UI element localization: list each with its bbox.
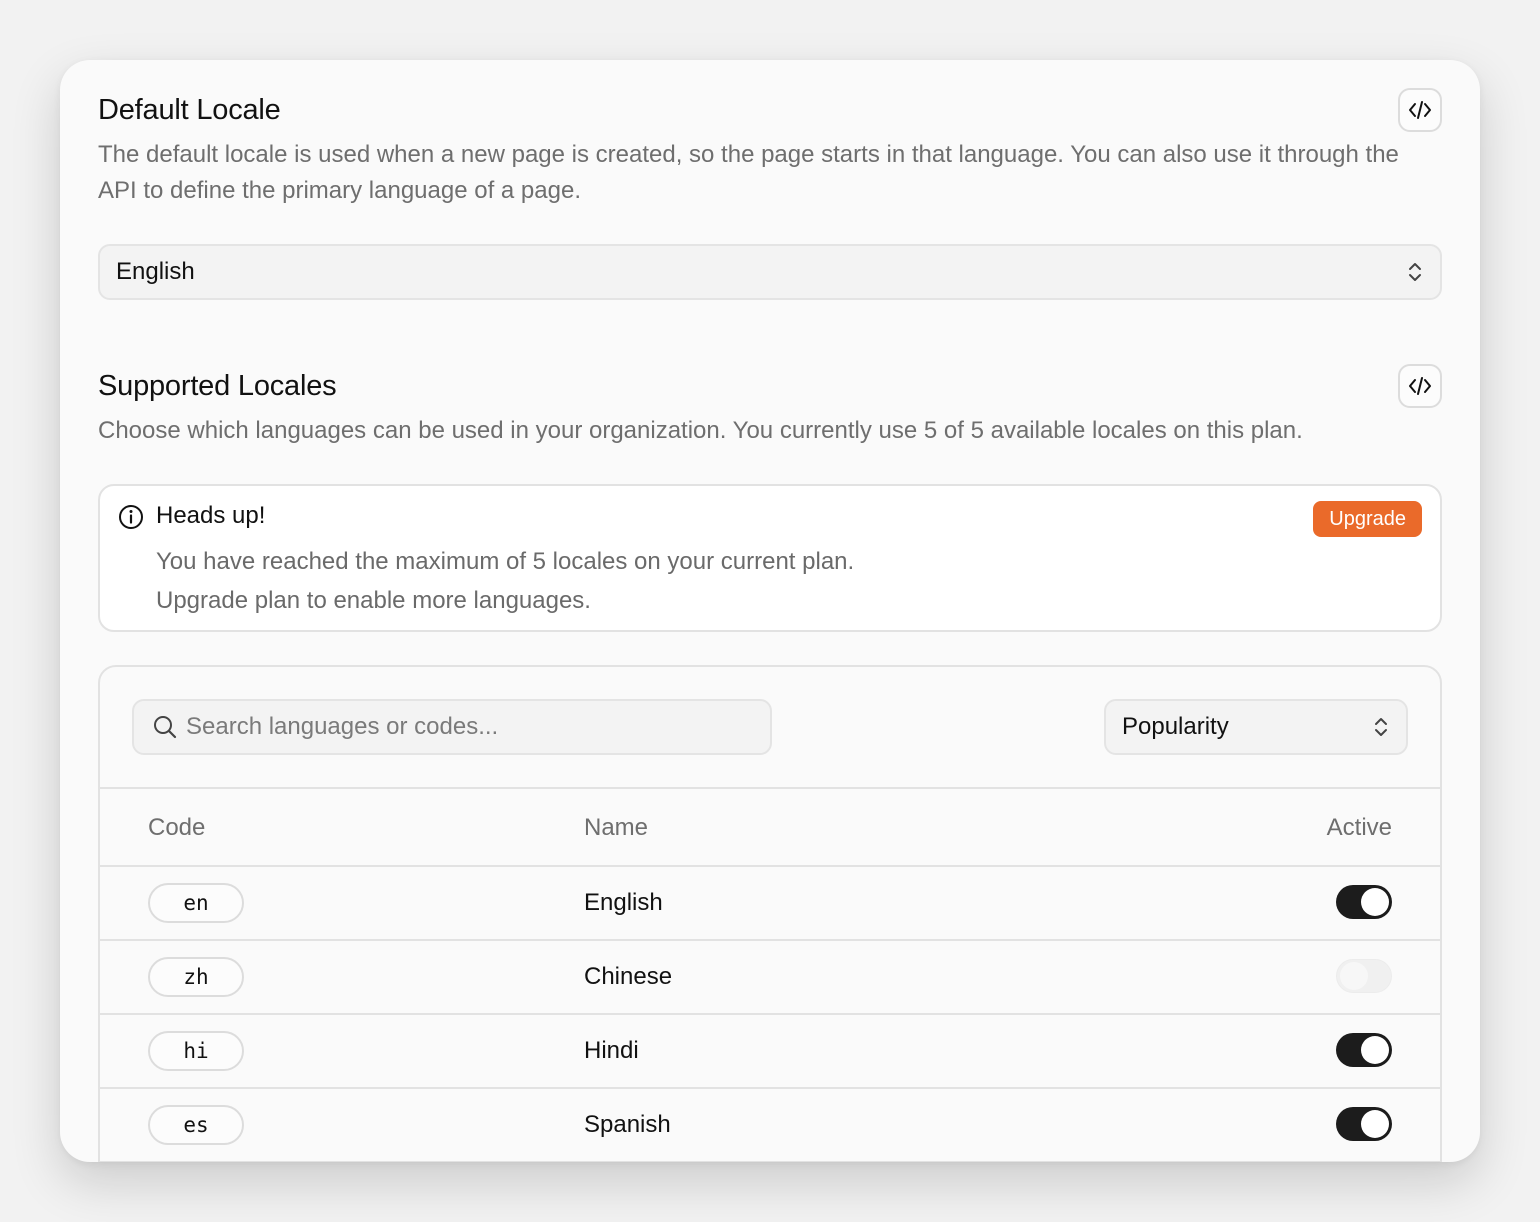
- code-icon: [1409, 101, 1431, 119]
- table-row: zh Chinese: [100, 941, 1440, 1015]
- toggle-knob: [1361, 888, 1389, 916]
- default-locale-description: The default locale is used when a new pa…: [98, 141, 1399, 204]
- supported-locales-section: Supported Locales Choose which languages…: [98, 364, 1442, 460]
- table-header: Code Name Active: [100, 787, 1440, 867]
- supported-locales-description: Choose which languages can be used in yo…: [98, 417, 1303, 444]
- locale-name: Chinese: [584, 963, 673, 990]
- locale-code-badge: zh: [148, 957, 244, 997]
- alert-body: You have reached the maximum of 5 locale…: [156, 542, 854, 620]
- locales-table-panel: Popularity Code Name Active en English z…: [98, 665, 1442, 1162]
- upgrade-button[interactable]: Upgrade: [1313, 501, 1422, 537]
- active-toggle[interactable]: [1336, 1107, 1392, 1141]
- locale-name: English: [584, 889, 663, 916]
- default-locale-title: Default Locale: [98, 94, 281, 126]
- plan-limit-alert: Heads up! You have reached the maximum o…: [98, 484, 1442, 632]
- default-locale-code-button[interactable]: [1398, 88, 1442, 132]
- alert-title: Heads up!: [156, 502, 266, 529]
- supported-locales-title: Supported Locales: [98, 370, 337, 402]
- table-row: es Spanish: [100, 1089, 1440, 1162]
- sort-select[interactable]: Popularity: [1104, 699, 1408, 755]
- chevron-updown-icon: [1375, 718, 1387, 736]
- locale-code-badge: es: [148, 1105, 244, 1145]
- sort-value: Popularity: [1122, 713, 1229, 740]
- locale-code-badge: hi: [148, 1031, 244, 1071]
- table-row: en English: [100, 867, 1440, 941]
- default-locale-select[interactable]: English: [98, 244, 1442, 300]
- table-row: hi Hindi: [100, 1015, 1440, 1089]
- locale-settings-card: Default Locale The default locale is use…: [60, 60, 1480, 1162]
- search-field[interactable]: [132, 699, 772, 755]
- alert-line-1: You have reached the maximum of 5 locale…: [156, 548, 855, 575]
- default-locale-value: English: [116, 258, 195, 285]
- code-icon: [1409, 377, 1431, 395]
- info-icon: [119, 505, 143, 529]
- active-toggle[interactable]: [1336, 885, 1392, 919]
- supported-locales-code-button[interactable]: [1398, 364, 1442, 408]
- chevron-updown-icon: [1409, 263, 1421, 281]
- active-toggle[interactable]: [1336, 1033, 1392, 1067]
- locale-name: Spanish: [584, 1111, 671, 1138]
- column-header-code: Code: [148, 814, 206, 841]
- active-toggle[interactable]: [1336, 959, 1392, 993]
- locale-code-badge: en: [148, 883, 244, 923]
- column-header-name: Name: [584, 814, 649, 841]
- column-header-active: Active: [1326, 814, 1392, 841]
- locale-name: Hindi: [584, 1037, 639, 1064]
- toggle-knob: [1361, 1036, 1389, 1064]
- alert-line-2: Upgrade plan to enable more languages.: [156, 587, 591, 614]
- search-icon: [154, 716, 177, 739]
- toggle-knob: [1361, 1110, 1389, 1138]
- toggle-knob: [1340, 962, 1368, 990]
- search-input[interactable]: [184, 712, 748, 742]
